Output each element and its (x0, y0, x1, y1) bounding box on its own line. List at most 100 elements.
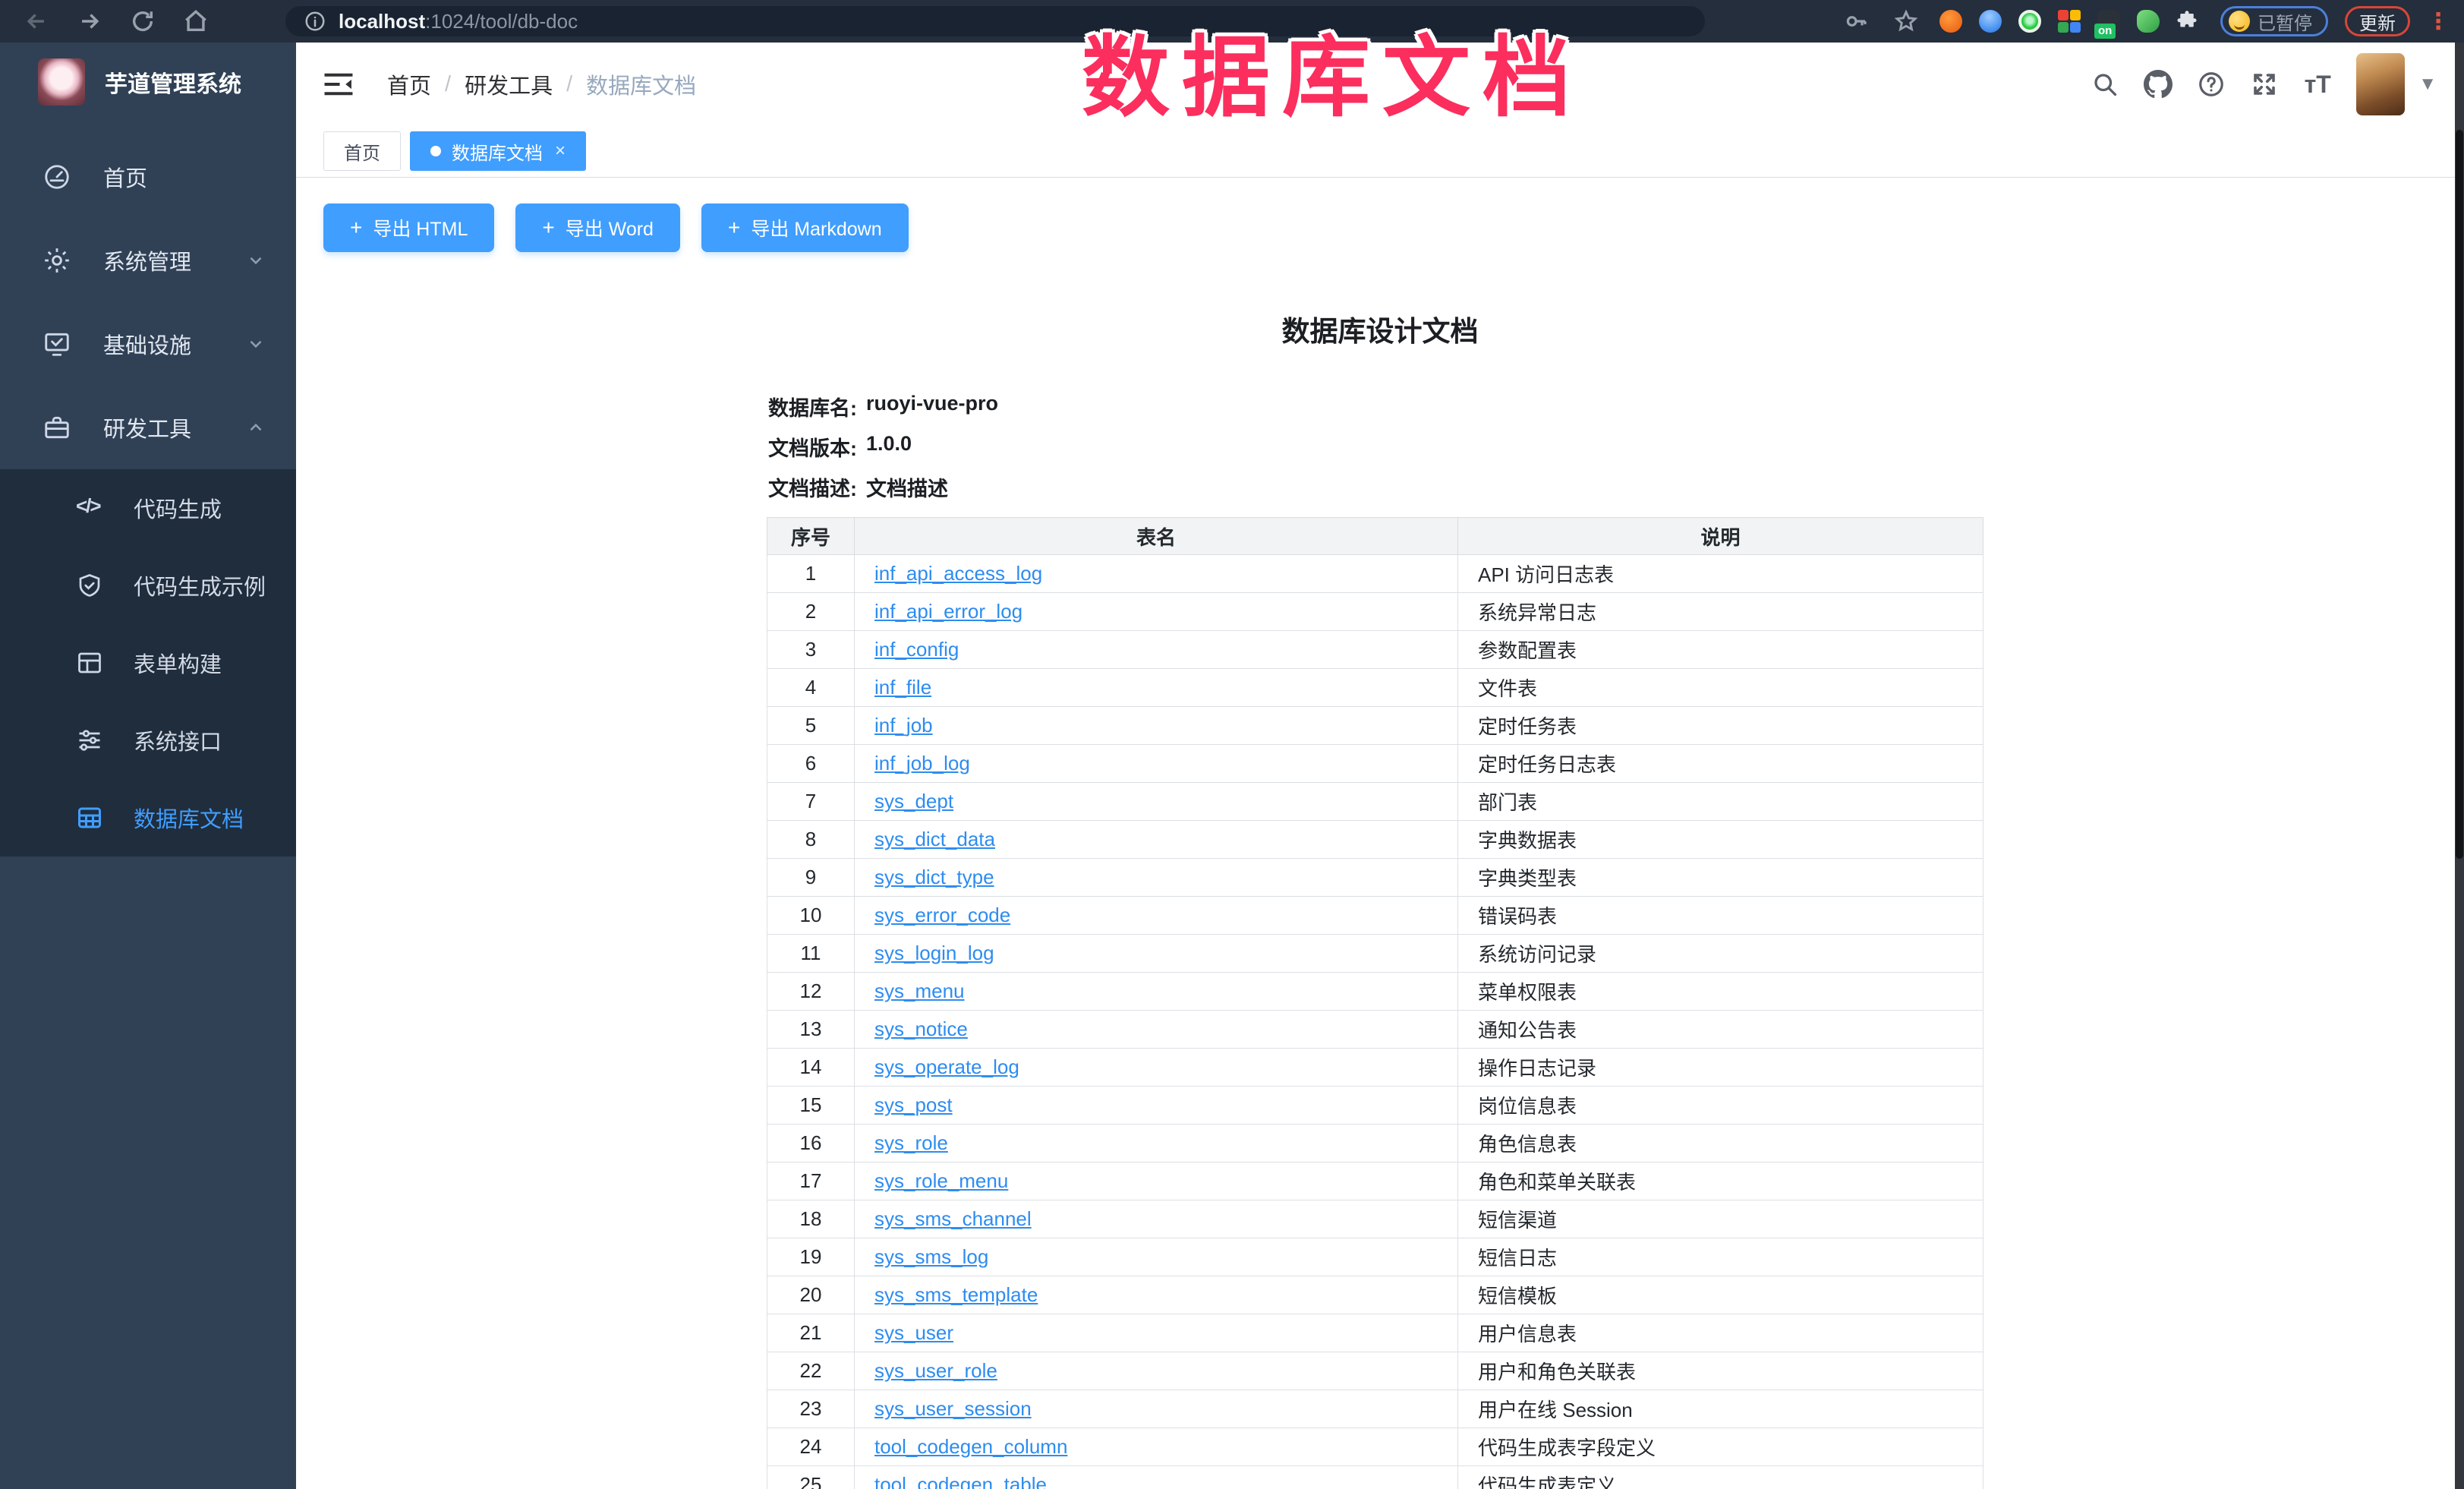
dev-tools-submenu: </> 代码生成 代码生成示例 表单构建 系统接口 (0, 469, 296, 856)
sidebar-item-code-generation[interactable]: </> 代码生成 (0, 469, 296, 547)
table-row: 7sys_dept部门表 (767, 783, 1983, 821)
extension-leaf-icon[interactable] (2137, 10, 2160, 33)
table-description-cell: 操作日志记录 (1458, 1049, 1983, 1087)
tab-db-doc[interactable]: 数据库文档 × (410, 131, 586, 171)
script-paused-pill[interactable]: 已暂停 (2220, 6, 2328, 36)
dashboard-icon (43, 162, 71, 191)
document-meta: 数据库名:ruoyi-vue-pro 文档版本:1.0.0 文档描述:文档描述 (768, 392, 2464, 502)
browser-menu-kebab-icon[interactable]: ⋮ (2427, 8, 2450, 35)
search-icon[interactable] (2087, 67, 2122, 102)
sidebar-collapse-icon[interactable] (323, 71, 354, 97)
table-name-link[interactable]: sys_notice (874, 1017, 968, 1040)
table-name-cell: tool_codegen_column (855, 1428, 1458, 1466)
table-description-cell: 用户和角色关联表 (1458, 1352, 1983, 1390)
table-name-link[interactable]: sys_user_role (874, 1359, 997, 1382)
table-name-link[interactable]: inf_api_error_log (874, 600, 1022, 623)
tab-home[interactable]: 首页 (323, 131, 401, 171)
sidebar-item-form-builder[interactable]: 表单构建 (0, 624, 296, 702)
table-row: 3inf_config参数配置表 (767, 631, 1983, 669)
sidebar-item-label: 系统接口 (134, 724, 222, 756)
table-name-link[interactable]: sys_dict_type (874, 866, 994, 888)
table-name-link[interactable]: sys_role (874, 1131, 948, 1154)
password-key-icon[interactable] (1839, 5, 1873, 38)
help-icon[interactable] (2194, 67, 2229, 102)
table-name-link[interactable]: sys_sms_channel (874, 1207, 1032, 1230)
table-name-link[interactable]: sys_sms_template (874, 1283, 1038, 1306)
browser-forward-icon[interactable] (73, 5, 106, 38)
extensions-puzzle-icon[interactable] (2170, 5, 2204, 38)
browser-reload-icon[interactable] (126, 5, 159, 38)
table-name-cell: inf_job (855, 707, 1458, 745)
sidebar-item-system[interactable]: 系统管理 (0, 219, 296, 302)
extension-blue-icon[interactable] (1979, 10, 2002, 33)
header-index: 序号 (767, 518, 855, 555)
site-info-icon[interactable] (304, 10, 326, 33)
document-title: 数据库设计文档 (296, 308, 2464, 349)
emoji-face-icon (2229, 11, 2250, 32)
header-description: 说明 (1458, 518, 1983, 555)
table-row: 22sys_user_role用户和角色关联表 (767, 1352, 1983, 1390)
table-name-link[interactable]: inf_config (874, 638, 959, 661)
github-icon[interactable] (2141, 67, 2176, 102)
browser-back-icon[interactable] (20, 5, 53, 38)
export-html-button[interactable]: + 导出 HTML (323, 203, 494, 252)
table-row: 20sys_sms_template短信模板 (767, 1276, 1983, 1314)
header-table-name: 表名 (855, 518, 1458, 555)
table-name-link[interactable]: inf_api_access_log (874, 562, 1042, 585)
table-name-link[interactable]: inf_file (874, 676, 931, 699)
table-name-link[interactable]: sys_dept (874, 790, 953, 812)
breadcrumb-separator: / (566, 72, 572, 97)
table-name-cell: sys_sms_template (855, 1276, 1458, 1314)
table-name-link[interactable]: inf_job (874, 714, 933, 737)
sidebar-item-db-doc[interactable]: 数据库文档 (0, 779, 296, 856)
avatar[interactable] (2356, 53, 2405, 115)
close-icon[interactable]: × (555, 140, 566, 162)
url-text: localhost:1024/tool/db-doc (339, 10, 578, 33)
sidebar-item-home[interactable]: 首页 (0, 135, 296, 219)
table-description-cell: 部门表 (1458, 783, 1983, 821)
fullscreen-icon[interactable] (2247, 67, 2282, 102)
browser-home-icon[interactable] (179, 5, 213, 38)
table-description-cell: 短信渠道 (1458, 1200, 1983, 1238)
sidebar-item-codegen-example[interactable]: 代码生成示例 (0, 547, 296, 624)
plus-icon: + (350, 216, 362, 240)
table-name-link[interactable]: sys_operate_log (874, 1055, 1019, 1078)
sidebar-item-infrastructure[interactable]: 基础设施 (0, 302, 296, 386)
scrollbar-thumb[interactable] (2456, 130, 2463, 859)
table-name-link[interactable]: sys_menu (874, 980, 965, 1002)
export-word-button[interactable]: + 导出 Word (515, 203, 680, 252)
table-name-link[interactable]: sys_sms_log (874, 1245, 988, 1268)
breadcrumb-dev-tools[interactable]: 研发工具 (465, 68, 553, 100)
bookmark-star-icon[interactable] (1889, 5, 1923, 38)
extension-green-check-icon[interactable] (2018, 10, 2041, 33)
table-name-link[interactable]: sys_error_code (874, 904, 1010, 926)
row-index: 19 (767, 1238, 855, 1276)
extension-grid-icon[interactable] (2058, 10, 2081, 33)
extension-orange-icon[interactable] (1939, 10, 1962, 33)
table-description-cell: 通知公告表 (1458, 1011, 1983, 1049)
table-name-link[interactable]: sys_login_log (874, 942, 994, 964)
table-name-link[interactable]: sys_user_session (874, 1397, 1032, 1420)
table-name-link[interactable]: sys_dict_data (874, 828, 995, 850)
table-name-link[interactable]: sys_role_menu (874, 1169, 1008, 1192)
extension-proxy-icon[interactable]: on (2097, 10, 2120, 33)
window-scrollbar[interactable] (2455, 43, 2464, 1489)
table-name-link[interactable]: tool_codegen_column (874, 1435, 1067, 1458)
table-row: 6inf_job_log定时任务日志表 (767, 745, 1983, 783)
font-size-icon[interactable]: тT (2300, 67, 2335, 102)
breadcrumb-home[interactable]: 首页 (387, 68, 431, 100)
sidebar-item-system-api[interactable]: 系统接口 (0, 702, 296, 779)
sidebar-item-dev-tools[interactable]: 研发工具 (0, 386, 296, 469)
toolbox-icon (43, 413, 71, 442)
table-name-cell: sys_operate_log (855, 1049, 1458, 1087)
export-markdown-button[interactable]: + 导出 Markdown (701, 203, 909, 252)
chevron-down-icon[interactable]: ▼ (2418, 74, 2437, 95)
browser-update-button[interactable]: 更新 (2345, 6, 2410, 36)
table-name-link[interactable]: inf_job_log (874, 752, 970, 774)
table-name-cell: inf_job_log (855, 745, 1458, 783)
app-logo-row[interactable]: 芋道管理系统 (0, 43, 296, 121)
table-name-link[interactable]: tool_codegen_table (874, 1473, 1047, 1489)
update-label: 更新 (2359, 8, 2396, 35)
table-name-link[interactable]: sys_user (874, 1321, 953, 1344)
table-name-link[interactable]: sys_post (874, 1093, 953, 1116)
